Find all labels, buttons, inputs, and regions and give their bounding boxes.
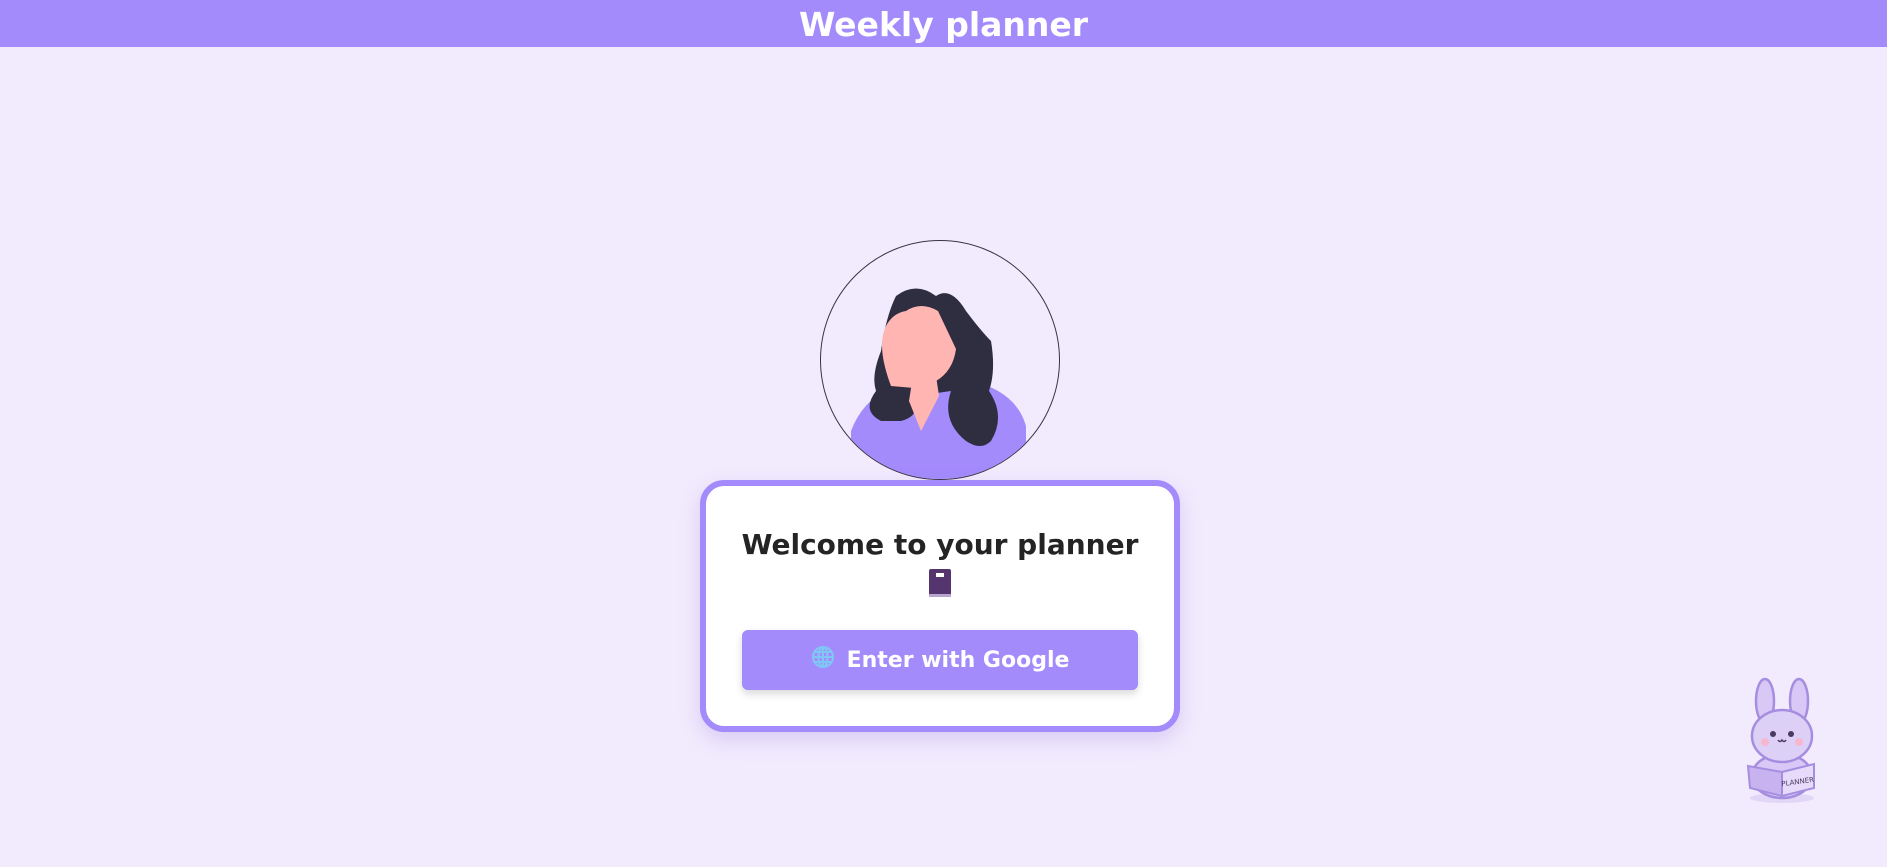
avatar-illustration <box>820 240 1060 480</box>
welcome-title: Welcome to your planner <box>741 528 1139 561</box>
login-card: Welcome to your planner Enter with Googl… <box>700 480 1180 732</box>
app-header: Weekly planner <box>0 0 1887 47</box>
bunny-mascot-image: PLANNER <box>1738 676 1826 804</box>
enter-with-google-button[interactable]: Enter with Google <box>742 630 1138 690</box>
globe-icon <box>811 645 835 675</box>
app-title: Weekly planner <box>798 5 1089 44</box>
notebook-icon <box>928 568 952 602</box>
button-label: Enter with Google <box>846 647 1070 673</box>
